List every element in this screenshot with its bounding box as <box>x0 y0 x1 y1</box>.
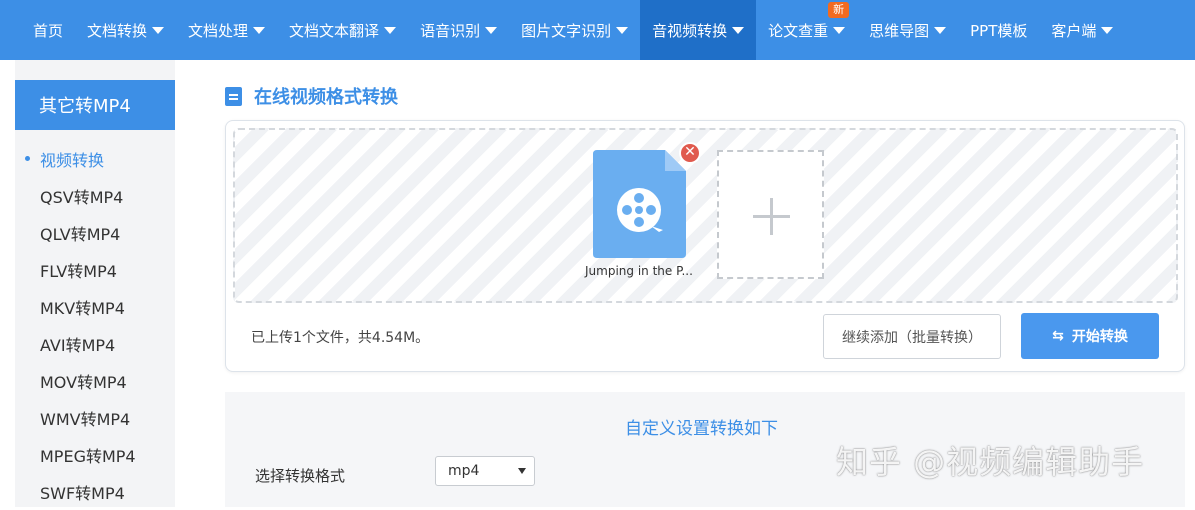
sidebar-item-label: AVI转MP4 <box>40 335 116 355</box>
sidebar-item-qsv[interactable]: QSV转MP4 <box>15 177 175 214</box>
upload-status: 已上传1个文件，共4.54M。 <box>251 330 430 346</box>
sidebar-item-label: SWF转MP4 <box>40 483 125 503</box>
close-icon[interactable]: ✕ <box>679 142 701 164</box>
section-title-text: 在线视频格式转换 <box>254 87 398 108</box>
section-title: 在线视频格式转换 <box>225 84 398 108</box>
active-dot-icon <box>25 156 30 161</box>
settings-title: 自定义设置转换如下 <box>625 419 778 439</box>
drop-zone[interactable] <box>233 128 1178 303</box>
sidebar-item-label: QLV转MP4 <box>40 224 121 244</box>
nav-item-speech-recognition[interactable]: 语音识别 <box>408 0 509 60</box>
swap-arrows-icon: ⇆ <box>1052 328 1064 344</box>
watermark: 知乎 @视频编辑助手 <box>836 443 1145 481</box>
top-nav: 首页 文档转换 文档处理 文档文本翻译 语音识别 图片文字识别 音视频转换 论文… <box>0 0 1195 60</box>
caret-down-icon <box>1101 26 1114 34</box>
file-name: Jumping in the P... <box>585 264 693 278</box>
sidebar-item-label: QSV转MP4 <box>40 187 124 207</box>
nav-item-av-convert[interactable]: 音视频转换 <box>640 0 757 60</box>
nav-item-mindmap[interactable]: 思维导图 <box>857 0 958 60</box>
sidebar-item-label: MOV转MP4 <box>40 372 127 392</box>
nav-label: PPT模板 <box>970 21 1028 40</box>
sidebar-item-label: MPEG转MP4 <box>40 446 136 466</box>
nav-item-doc-process[interactable]: 文档处理 <box>176 0 277 60</box>
sidebar-item-avi[interactable]: AVI转MP4 <box>15 325 175 362</box>
nav-label: 语音识别 <box>420 21 481 40</box>
nav-label: 客户端 <box>1051 21 1097 40</box>
sidebar-item-label: WMV转MP4 <box>40 409 131 429</box>
caret-down-icon <box>616 26 629 34</box>
add-file-tile[interactable] <box>717 150 824 279</box>
sidebar-item-video-convert[interactable]: 视频转换 <box>15 140 175 177</box>
caret-down-icon <box>732 26 745 34</box>
sidebar-title: 其它转MP4 <box>15 80 175 130</box>
sidebar-item-mkv[interactable]: MKV转MP4 <box>15 288 175 325</box>
caret-down-icon <box>485 26 498 34</box>
caret-down-icon <box>833 26 846 34</box>
caret-down-icon <box>152 26 165 34</box>
nav-label: 思维导图 <box>869 21 930 40</box>
nav-item-image-ocr[interactable]: 图片文字识别 <box>509 0 640 60</box>
nav-item-doc-translate[interactable]: 文档文本翻译 <box>277 0 408 60</box>
nav-label: 图片文字识别 <box>521 21 612 40</box>
nav-label: 文档转换 <box>87 21 148 40</box>
sidebar-item-swf[interactable]: SWF转MP4 <box>15 473 175 510</box>
new-badge: 新 <box>828 2 850 18</box>
sidebar-item-label: 视频转换 <box>40 150 105 170</box>
nav-label: 首页 <box>33 21 64 40</box>
format-select-value: mp4 <box>448 463 480 479</box>
nav-label: 文档处理 <box>188 21 249 40</box>
sidebar-item-flv[interactable]: FLV转MP4 <box>15 251 175 288</box>
format-label: 选择转换格式 <box>255 467 346 485</box>
sidebar-item-label: FLV转MP4 <box>40 261 117 281</box>
caret-down-icon <box>384 26 397 34</box>
plus-icon-vertical <box>770 198 773 235</box>
video-file-icon[interactable] <box>593 150 686 258</box>
chevron-down-icon <box>518 468 526 474</box>
start-convert-label: 开始转换 <box>1071 329 1128 345</box>
nav-item-client[interactable]: 客户端 <box>1039 0 1125 60</box>
caret-down-icon <box>253 26 266 34</box>
add-more-button[interactable]: 继续添加（批量转换） <box>823 314 1001 359</box>
nav-label: 音视频转换 <box>652 21 728 40</box>
sidebar-item-label: MKV转MP4 <box>40 298 125 318</box>
sidebar-item-mpeg[interactable]: MPEG转MP4 <box>15 436 175 473</box>
sidebar-item-mov[interactable]: MOV转MP4 <box>15 362 175 399</box>
sidebar-item-wmv[interactable]: WMV转MP4 <box>15 399 175 436</box>
nav-label: 论文查重 <box>768 21 829 40</box>
nav-item-home[interactable]: 首页 <box>21 0 75 60</box>
format-select[interactable]: mp4 <box>435 456 535 486</box>
caret-down-icon <box>934 26 947 34</box>
sidebar: 其它转MP4 视频转换 QSV转MP4 QLV转MP4 FLV转MP4 MKV转… <box>15 60 175 507</box>
nav-item-doc-convert[interactable]: 文档转换 <box>75 0 176 60</box>
document-icon <box>225 86 242 106</box>
sidebar-item-qlv[interactable]: QLV转MP4 <box>15 214 175 251</box>
nav-item-ppt-templates[interactable]: PPT模板 <box>958 0 1039 60</box>
start-convert-button[interactable]: ⇆ 开始转换 <box>1021 313 1159 359</box>
nav-item-plagiarism-check[interactable]: 论文查重 新 <box>756 0 857 60</box>
nav-label: 文档文本翻译 <box>289 21 380 40</box>
sidebar-list: 视频转换 QSV转MP4 QLV转MP4 FLV转MP4 MKV转MP4 AVI… <box>15 140 175 510</box>
